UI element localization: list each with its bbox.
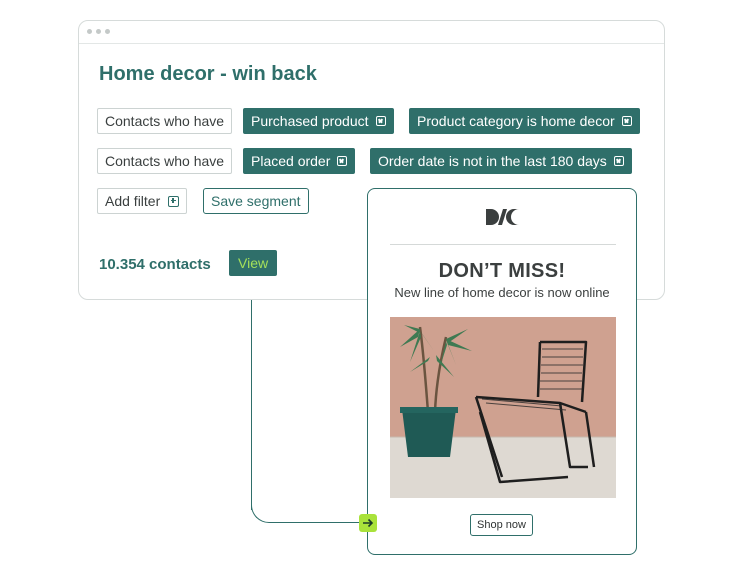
contacts-who-have-label[interactable]: Contacts who have: [97, 148, 233, 174]
window-dot: [96, 29, 101, 34]
remove-filter-icon[interactable]: [613, 156, 624, 166]
add-filter-icon: [168, 195, 180, 207]
filter-chip-label: Order date is not in the last 180 days: [378, 153, 607, 169]
add-filter-button[interactable]: Add filter: [97, 188, 188, 214]
remove-filter-icon[interactable]: [337, 156, 348, 166]
filter-chip-product-category[interactable]: Product category is home decor: [409, 108, 640, 134]
save-segment-label: Save segment: [211, 193, 301, 209]
filter-chip-label: Placed order: [251, 153, 331, 169]
connector-curve: [251, 496, 271, 523]
window-dot: [105, 29, 110, 34]
filter-prefix-text: Contacts who have: [105, 113, 225, 129]
filter-prefix-text: Contacts who have: [105, 153, 225, 169]
window-titlebar: [79, 21, 664, 44]
email-preview-card: DON’T MISS! New line of home decor is no…: [367, 188, 637, 555]
segment-title: Home decor - win back: [99, 63, 317, 85]
filter-chip-label: Product category is home decor: [417, 113, 615, 129]
contacts-count: 10.354 contacts: [99, 256, 211, 273]
connector-line: [251, 300, 252, 510]
add-filter-label: Add filter: [105, 193, 161, 209]
window-dot: [87, 29, 92, 34]
filter-chip-placed-order[interactable]: Placed order: [243, 148, 356, 174]
brand-logo: [486, 209, 519, 225]
card-divider: [390, 244, 616, 245]
email-subline: New line of home decor is now online: [394, 285, 610, 300]
window-dots: [87, 29, 110, 34]
filter-chip-label: Purchased product: [251, 113, 369, 129]
contacts-who-have-label[interactable]: Contacts who have: [97, 108, 233, 134]
product-image: [390, 317, 616, 498]
filter-chip-purchased-product[interactable]: Purchased product: [243, 108, 394, 134]
remove-filter-icon[interactable]: [621, 116, 632, 126]
shop-now-button[interactable]: Shop now: [470, 514, 533, 536]
connector-line: [270, 522, 360, 523]
arrow-right-icon: [363, 518, 374, 528]
save-segment-button[interactable]: Save segment: [203, 188, 309, 214]
email-headline: DON’T MISS!: [438, 260, 566, 282]
view-button[interactable]: View: [229, 250, 278, 276]
connector-arrow: [359, 514, 377, 532]
remove-filter-icon[interactable]: [375, 116, 386, 126]
filter-chip-order-date[interactable]: Order date is not in the last 180 days: [370, 148, 632, 174]
